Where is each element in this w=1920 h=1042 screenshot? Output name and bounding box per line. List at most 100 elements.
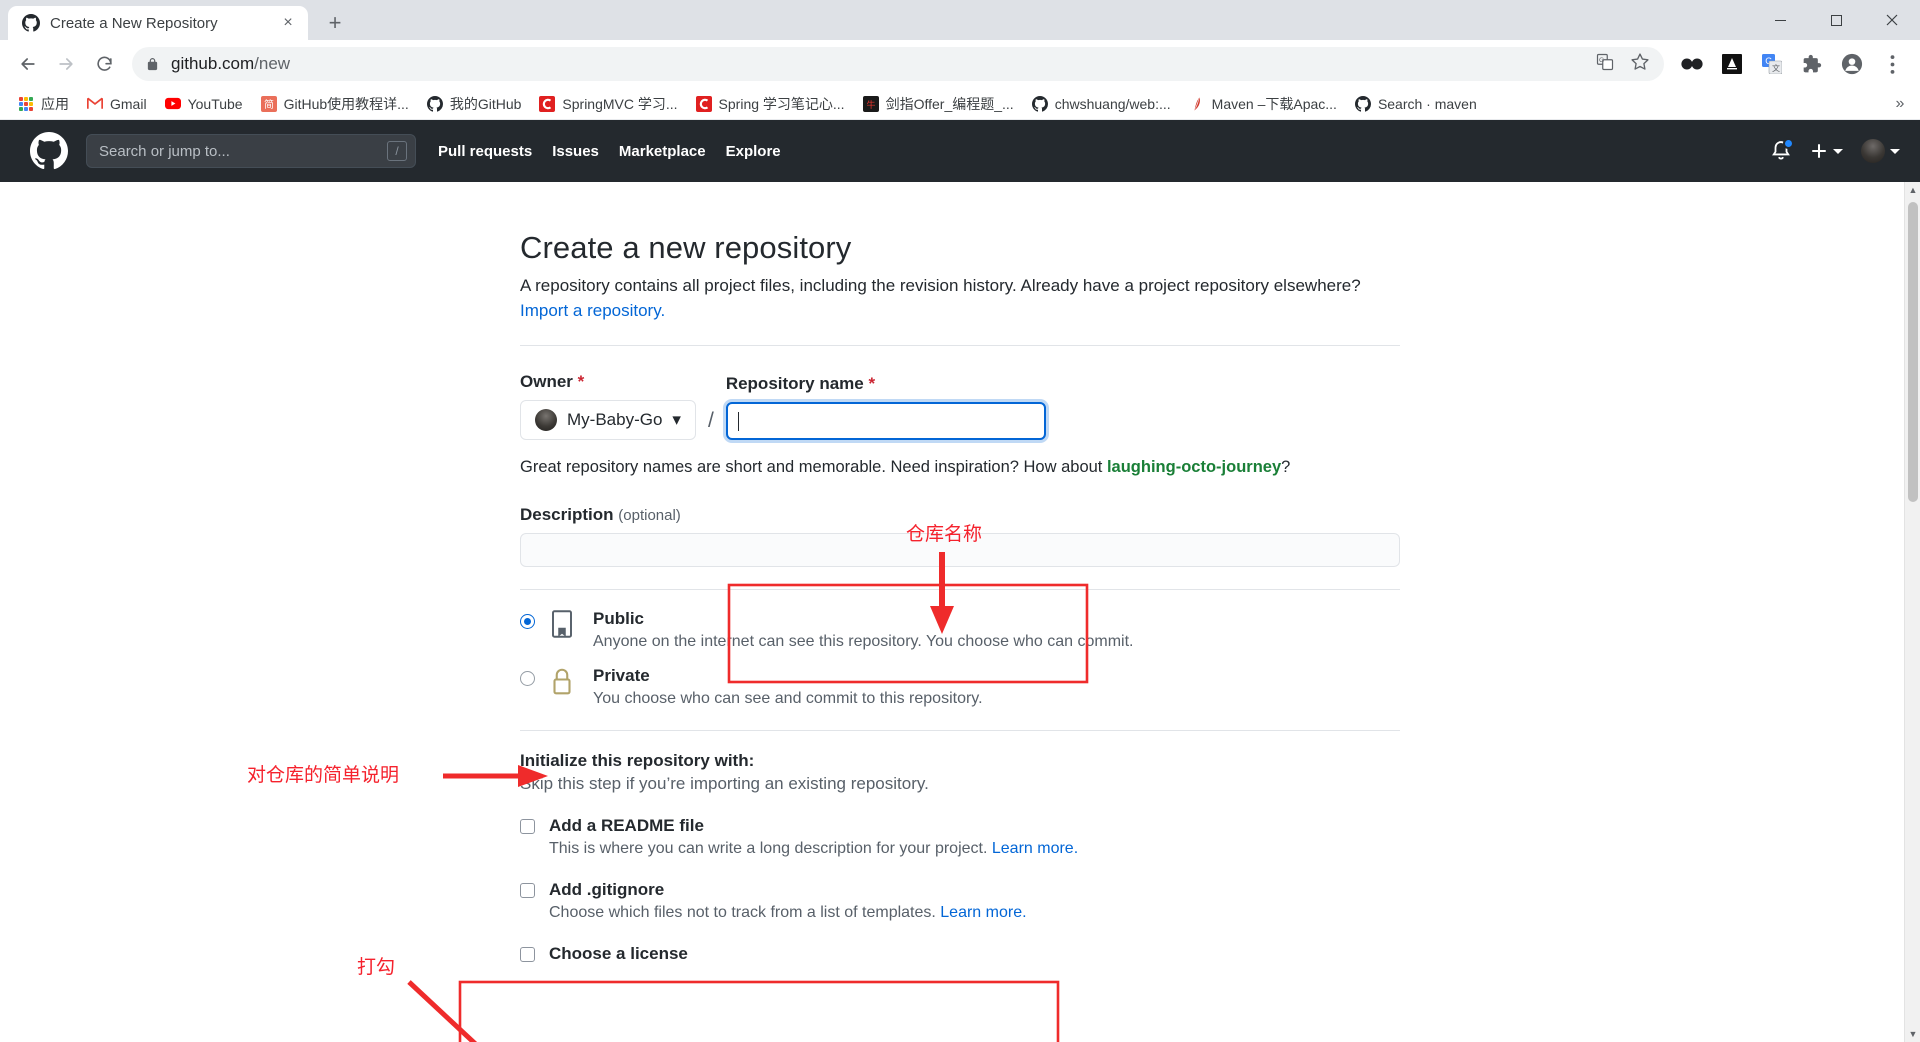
new-tab-button[interactable]: + <box>318 6 352 40</box>
init-option-readme[interactable]: Add a README file This is where you can … <box>520 816 1400 858</box>
visibility-private-desc: You choose who can see and commit to thi… <box>593 690 983 708</box>
translate-icon[interactable]: G <box>1596 53 1614 76</box>
github-header: Search or jump to... / Pull requests Iss… <box>0 120 1920 182</box>
page-scrollbar[interactable]: ▲ ▼ <box>1904 182 1920 1042</box>
github-header-actions <box>1770 138 1900 163</box>
checkbox-add-gitignore[interactable] <box>520 883 535 899</box>
learn-more-link[interactable]: Learn more. <box>992 840 1078 857</box>
url-host: github.com <box>171 54 255 73</box>
jianshu-icon: 简 <box>260 95 277 112</box>
chevron-down-icon <box>1890 148 1900 154</box>
minimize-icon[interactable] <box>1752 0 1808 40</box>
nav-issues[interactable]: Issues <box>552 143 599 160</box>
repository-name-input[interactable] <box>725 402 1046 441</box>
repository-name-label: Repository name * <box>725 374 876 394</box>
extensions-puzzle-icon[interactable] <box>1794 46 1830 82</box>
bell-icon[interactable] <box>1770 138 1794 162</box>
description-label: Description (optional) <box>520 505 681 525</box>
visibility-private-title: Private <box>593 666 650 686</box>
radio-public[interactable] <box>520 614 535 630</box>
annotation-checkbox: 打勾 <box>357 956 396 978</box>
bookmark-search-maven[interactable]: Search · maven <box>1347 93 1485 115</box>
bookmark-youtube[interactable]: YouTube <box>157 93 251 115</box>
asitar-icon[interactable] <box>1714 46 1750 82</box>
repository-name-field: Repository name * <box>725 374 1046 441</box>
annotation-description: 对仓库的简单说明 <box>247 764 400 786</box>
owner-and-name-row: Owner * My-Baby-Go ▾ / Repository name * <box>520 372 1400 441</box>
visibility-option-public[interactable]: Public Anyone on the internet can see th… <box>520 608 1400 651</box>
bookmark-my-github[interactable]: 我的GitHub <box>419 91 530 117</box>
divider <box>520 589 1400 591</box>
url-path: /new <box>254 54 291 73</box>
bookmark-label: YouTube <box>187 95 243 112</box>
close-window-icon[interactable] <box>1864 0 1920 40</box>
bookmark-label: Maven –下载Apac... <box>1211 95 1337 112</box>
visibility-option-private[interactable]: Private You choose who can see and commi… <box>520 665 1400 708</box>
scroll-down-arrow[interactable]: ▼ <box>1905 1026 1920 1042</box>
scroll-up-arrow[interactable]: ▲ <box>1905 182 1920 198</box>
glasses-icon[interactable] <box>1674 46 1710 82</box>
bookmarks-overflow-button[interactable]: » <box>1888 88 1912 119</box>
init-option-license[interactable]: Choose a license <box>520 944 1400 964</box>
star-icon[interactable] <box>1630 52 1650 77</box>
new-repository-form: Create a new repository A repository con… <box>520 182 1400 964</box>
owner-field: Owner * My-Baby-Go ▾ <box>520 372 696 441</box>
create-new-menu[interactable] <box>1810 142 1843 160</box>
back-arrow-icon[interactable] <box>10 46 46 82</box>
owner-label: Owner * <box>520 372 585 392</box>
reload-icon[interactable] <box>86 46 122 82</box>
init-readme-text: Add a README file This is where you can … <box>549 816 1078 858</box>
nav-pull-requests[interactable]: Pull requests <box>438 143 532 160</box>
toolbar-extensions: G文 <box>1674 46 1910 82</box>
tab-title: Create a New Repository <box>50 14 218 32</box>
search-input[interactable]: Search or jump to... / <box>86 134 416 168</box>
bookmark-chwshuang-web[interactable]: chwshuang/web:... <box>1024 93 1179 115</box>
scrollbar-thumb[interactable] <box>1908 202 1918 502</box>
checkbox-choose-license[interactable] <box>520 947 535 963</box>
init-license-title: Choose a license <box>549 944 688 964</box>
import-repository-link[interactable]: Import a repository. <box>520 301 665 320</box>
checkbox-add-readme[interactable] <box>520 819 535 835</box>
user-menu[interactable] <box>1861 139 1900 163</box>
init-gitignore-desc: Choose which files not to track from a l… <box>549 904 1027 922</box>
notification-dot <box>1783 138 1794 149</box>
nav-marketplace[interactable]: Marketplace <box>619 143 706 160</box>
github-mark-icon[interactable] <box>30 132 68 170</box>
radio-private[interactable] <box>520 671 535 687</box>
suggested-name[interactable]: laughing-octo-journey <box>1107 458 1281 476</box>
chrome-menu-icon[interactable] <box>1874 46 1910 82</box>
bookmark-apps[interactable]: 应用 <box>10 91 77 117</box>
nav-explore[interactable]: Explore <box>726 143 781 160</box>
owner-selected-value: My-Baby-Go <box>567 410 663 430</box>
bookmark-spring-notes[interactable]: Spring 学习笔记心... <box>688 91 853 117</box>
owner-select[interactable]: My-Baby-Go ▾ <box>520 400 696 441</box>
bookmark-github-tutorial[interactable]: 简 GitHub使用教程详... <box>253 91 417 117</box>
learn-more-link[interactable]: Learn more. <box>940 904 1026 921</box>
init-option-gitignore[interactable]: Add .gitignore Choose which files not to… <box>520 880 1400 922</box>
bookmark-gmail[interactable]: Gmail <box>79 93 155 115</box>
bookmark-springmvc[interactable]: SpringMVC 学习... <box>531 91 685 117</box>
init-readme-title: Add a README file <box>549 816 704 836</box>
init-gitignore-title: Add .gitignore <box>549 880 665 900</box>
window-controls <box>1752 0 1920 40</box>
optional-marker: (optional) <box>618 507 681 525</box>
bookmark-jianzhi-offer[interactable]: 牛 剑指Offer_编程题_... <box>855 91 1022 117</box>
svg-text:G: G <box>1599 57 1604 64</box>
close-icon[interactable]: × <box>278 13 298 33</box>
bookmark-maven[interactable]: Maven –下载Apac... <box>1181 91 1345 117</box>
maximize-icon[interactable] <box>1808 0 1864 40</box>
repository-name-hint: Great repository names are short and mem… <box>520 458 1400 477</box>
nowcoder-icon: 牛 <box>862 95 879 112</box>
lock-icon <box>146 57 159 72</box>
divider <box>520 730 1400 732</box>
address-bar[interactable]: github.com/new G <box>132 47 1664 81</box>
divider <box>520 345 1400 347</box>
browser-tab[interactable]: Create a New Repository × <box>8 6 308 40</box>
csdn-icon <box>539 95 556 112</box>
description-input[interactable] <box>520 533 1400 568</box>
google-translate-icon[interactable]: G文 <box>1754 46 1790 82</box>
profile-avatar-icon[interactable] <box>1834 46 1870 82</box>
svg-text:文: 文 <box>1772 63 1780 73</box>
svg-text:简: 简 <box>264 98 274 111</box>
init-readme-desc: This is where you can write a long descr… <box>549 840 1079 858</box>
